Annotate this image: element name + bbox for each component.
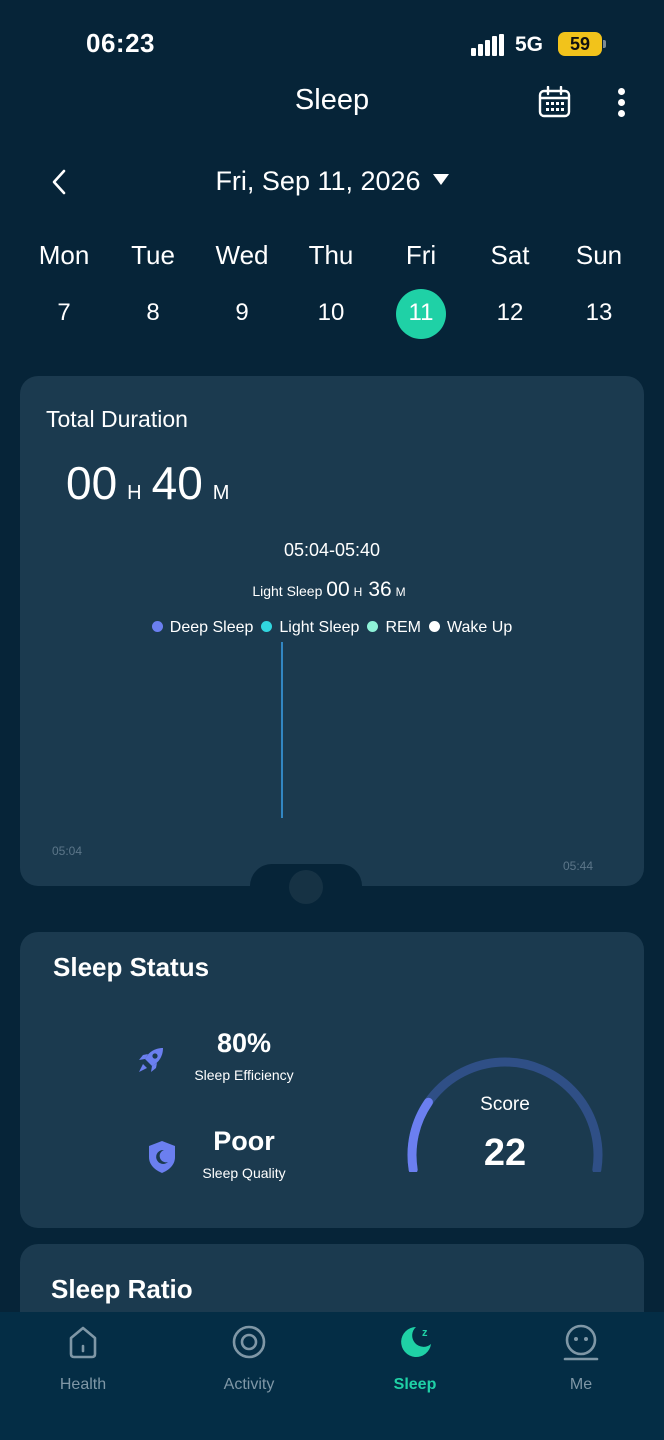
total-duration-card: Total Duration 00 H 40 M 05:04-05:40 Light … <box>20 376 644 904</box>
signal-icon <box>471 34 505 56</box>
svg-text:z: z <box>422 1327 428 1339</box>
nav-item-health[interactable]: Health <box>18 1322 148 1394</box>
day-name: Tue <box>131 240 175 270</box>
legend-item: Light Sleep <box>261 619 359 637</box>
quality-value: Poor <box>213 1126 275 1156</box>
score-label: Score <box>480 1094 530 1115</box>
day-name: Thu <box>308 240 354 270</box>
profile-icon <box>561 1322 601 1362</box>
week-strip: Mon 7 Tue 8 Wed 9 Thu 10 Fri 11 Sat 12 Sun 13 <box>20 240 644 350</box>
day-tue[interactable]: Tue 8 <box>108 240 198 339</box>
day-mon[interactable]: Mon 7 <box>19 240 109 339</box>
efficiency-value: 80% <box>216 1028 272 1058</box>
card-title: Sleep Ratio <box>51 1274 193 1304</box>
axis-end-label: 05:44 <box>563 859 594 873</box>
nav-item-activity[interactable]: Activity <box>184 1322 314 1394</box>
day-number: 7 <box>57 299 71 326</box>
day-sun[interactable]: Sun 13 <box>554 240 644 339</box>
battery-tip <box>603 40 606 48</box>
total-duration-value: 00 H 40 M <box>66 456 239 510</box>
legend-item: Deep Sleep <box>151 619 254 637</box>
selected-date: Fri, Sep 11, 2026 <box>215 166 421 196</box>
nav-label: Sleep <box>393 1376 437 1393</box>
day-name: Fri <box>405 240 437 270</box>
efficiency-label: Sleep Efficiency <box>194 1067 294 1083</box>
minutes-unit: M <box>212 482 230 504</box>
day-name: Sat <box>490 240 530 270</box>
network-type: 5G <box>515 33 544 56</box>
day-number: 9 <box>235 299 249 326</box>
hours-unit: H <box>127 482 142 504</box>
bottom-nav: Health Activity z Sleep Me <box>0 1312 664 1440</box>
card-title: Sleep Status <box>53 952 210 982</box>
sleep-efficiency: 80% Sleep Efficiency <box>164 1028 324 1083</box>
chart-legend: Deep Sleep Light Sleep REM Wake Up <box>20 619 644 637</box>
card-title: Total Duration <box>46 406 188 432</box>
legend-label: Light Sleep <box>279 619 360 636</box>
legend-dot <box>261 621 273 632</box>
score-value: 22 <box>483 1132 527 1174</box>
legend-item: Wake Up <box>429 619 512 637</box>
day-name: Wed <box>215 240 269 270</box>
sleep-quality: Poor Sleep Quality <box>164 1126 324 1181</box>
legend-dot <box>429 621 441 632</box>
day-sat[interactable]: Sat 12 <box>465 240 555 339</box>
stage-hours-unit: H <box>353 585 363 599</box>
date-dropdown[interactable]: Fri, Sep 11, 2026 <box>0 166 664 197</box>
day-number: 11 <box>396 289 446 339</box>
legend-item: REM <box>367 619 421 637</box>
stage-minutes: 36 <box>368 578 392 601</box>
sleep-status-card: Sleep Status 80% Sleep Efficiency Poor S… <box>20 932 644 1228</box>
legend-dot <box>151 621 163 632</box>
rocket-icon <box>135 1044 167 1076</box>
axis-start-label: 05:04 <box>52 844 83 858</box>
battery-icon: 59 <box>558 32 602 56</box>
calendar-icon[interactable] <box>538 85 571 118</box>
day-name: Sun <box>575 240 623 270</box>
expand-handle[interactable] <box>289 870 323 904</box>
stage-minutes-unit: M <box>395 585 406 599</box>
status-bar: 06:23 5G 59 <box>0 0 664 90</box>
nav-item-me[interactable]: Me <box>516 1322 646 1394</box>
selected-stage-info: Light Sleep 00 H 36 M <box>20 578 644 602</box>
duration-hours: 00 <box>66 457 118 509</box>
nav-label: Health <box>59 1376 107 1393</box>
day-number: 8 <box>146 299 160 326</box>
quality-label: Sleep Quality <box>202 1165 286 1181</box>
legend-label: REM <box>385 619 422 636</box>
target-icon <box>229 1322 269 1362</box>
day-wed[interactable]: Wed 9 <box>197 240 287 339</box>
legend-dot <box>367 621 379 632</box>
clock: 06:23 <box>86 28 155 58</box>
duration-minutes: 40 <box>151 457 203 509</box>
caret-down-icon <box>432 174 449 185</box>
stage-name: Light Sleep <box>252 583 323 599</box>
day-name: Mon <box>38 240 90 270</box>
more-vertical-icon[interactable] <box>612 86 632 120</box>
moon-icon: z <box>395 1322 435 1362</box>
day-number: 10 <box>317 299 345 326</box>
nav-label: Me <box>569 1376 593 1393</box>
day-fri[interactable]: Fri 11 <box>376 240 466 339</box>
home-icon <box>63 1322 103 1362</box>
legend-label: Deep Sleep <box>169 619 254 636</box>
day-number: 12 <box>496 299 524 326</box>
sleep-stage-chart[interactable] <box>20 636 644 886</box>
day-thu[interactable]: Thu 10 <box>286 240 376 339</box>
nav-item-sleep[interactable]: z Sleep <box>350 1322 480 1394</box>
stage-hours: 00 <box>326 578 350 601</box>
day-number: 13 <box>585 299 613 326</box>
selected-time-range: 05:04-05:40 <box>283 540 381 560</box>
legend-label: Wake Up <box>447 619 513 636</box>
nav-label: Activity <box>223 1376 275 1393</box>
